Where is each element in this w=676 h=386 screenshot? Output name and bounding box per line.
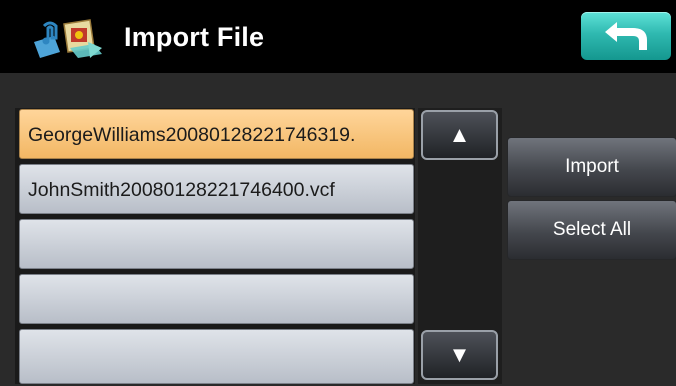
file-list-item[interactable]: GeorgeWilliams20080128221746319. — [19, 109, 414, 159]
back-arrow-icon — [605, 22, 647, 50]
file-list-item[interactable] — [19, 219, 414, 269]
scroll-up-button[interactable]: ▲ — [421, 110, 498, 160]
file-list-item[interactable] — [19, 329, 414, 384]
select-all-button[interactable]: Select All — [507, 200, 676, 260]
file-list-item[interactable] — [19, 274, 414, 324]
file-list-item[interactable]: JohnSmith20080128221746400.vcf — [19, 164, 414, 214]
back-button[interactable] — [581, 12, 671, 60]
scroll-down-button[interactable]: ▼ — [421, 330, 498, 380]
header-bar: Import File — [0, 0, 676, 73]
import-button[interactable]: Import — [507, 137, 676, 197]
page-title: Import File — [124, 22, 265, 52]
down-arrow-icon: ▼ — [448, 342, 471, 367]
media-import-icon — [30, 18, 106, 62]
up-arrow-icon: ▲ — [448, 122, 471, 147]
